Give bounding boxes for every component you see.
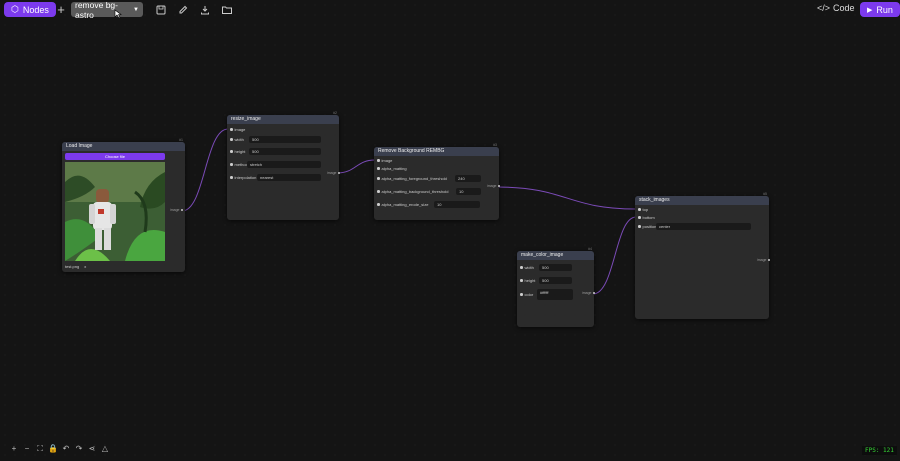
node-header[interactable]: stack_images #5 bbox=[635, 192, 769, 205]
flow-name: remove bg-astro bbox=[75, 0, 118, 20]
redo-icon[interactable]: ↷ bbox=[74, 444, 84, 454]
node-title: stack_images bbox=[639, 197, 670, 203]
output-port[interactable]: image bbox=[327, 171, 340, 175]
layout-icon[interactable]: △ bbox=[100, 444, 110, 454]
node-stack-images[interactable]: stack_images #5 top bottom position cent… bbox=[635, 192, 770, 319]
erode-size-field[interactable]: 10 bbox=[434, 201, 480, 208]
wire-color-to-stack-bottom bbox=[592, 216, 637, 295]
height-field[interactable]: 500 bbox=[539, 277, 572, 284]
height-field[interactable]: 500 bbox=[249, 148, 321, 155]
file-info: test.png x bbox=[65, 263, 86, 270]
color-field[interactable]: #ffffff bbox=[537, 289, 573, 300]
zoom-in-icon[interactable]: + bbox=[9, 444, 19, 454]
open-folder-icon[interactable] bbox=[221, 4, 233, 16]
bg-threshold-label: alpha_matting_background_threshold bbox=[377, 188, 448, 195]
node-title: Remove Background REMBG bbox=[378, 148, 445, 154]
choose-file-button[interactable]: Choose file bbox=[65, 153, 165, 160]
node-make-color-image[interactable]: make_color_image #4 width 500 height 500… bbox=[517, 247, 595, 327]
bg-threshold-field[interactable]: 10 bbox=[456, 188, 481, 195]
node-load-image[interactable]: Load Image #1 Choose file test.png x ima… bbox=[62, 138, 185, 272]
play-icon: ▶ bbox=[867, 6, 873, 14]
edit-pencil-icon[interactable] bbox=[177, 4, 189, 16]
input-top[interactable]: top bbox=[638, 206, 648, 213]
output-label: image bbox=[169, 208, 180, 212]
erode-size-label: alpha_matting_erode_size bbox=[377, 201, 428, 208]
chevron-down-icon: ▼ bbox=[133, 6, 139, 13]
download-icon[interactable] bbox=[199, 4, 211, 16]
input-alpha-matting[interactable]: alpha_matting bbox=[377, 165, 407, 172]
method-select[interactable]: stretch bbox=[247, 161, 321, 168]
node-header[interactable]: Load Image #1 bbox=[62, 138, 185, 151]
width-field[interactable]: 500 bbox=[249, 136, 321, 143]
node-header[interactable]: make_color_image #4 bbox=[517, 247, 594, 260]
input-image[interactable]: image bbox=[230, 126, 245, 133]
node-title: make_color_image bbox=[521, 252, 564, 258]
astronaut-jungle-image bbox=[65, 162, 165, 261]
node-resize-image[interactable]: resize_image #2 image width 500 height 5… bbox=[227, 111, 340, 220]
canvas-toolbar: + − ⛶ 🔒 ↶ ↷ ⋖ △ bbox=[9, 444, 110, 454]
color-label: color bbox=[520, 291, 533, 298]
add-flow-plus-icon[interactable]: + bbox=[55, 3, 67, 16]
position-label: position bbox=[638, 223, 656, 230]
wire-rembg-to-stack-top bbox=[496, 186, 637, 210]
input-bottom[interactable]: bottom bbox=[638, 214, 655, 221]
save-icon[interactable] bbox=[155, 4, 167, 16]
run-button[interactable]: ▶ Run bbox=[860, 2, 900, 17]
code-brackets-icon: </> bbox=[817, 3, 831, 13]
nodes-label: Nodes bbox=[22, 4, 49, 15]
interpolation-select[interactable]: nearest bbox=[257, 174, 321, 181]
zoom-out-icon[interactable]: − bbox=[22, 444, 32, 454]
wire-resize-to-rembg bbox=[336, 159, 376, 174]
input-interpolation-label: interpolation bbox=[230, 174, 256, 181]
output-port[interactable]: image bbox=[487, 184, 500, 188]
lock-icon[interactable]: 🔒 bbox=[48, 444, 58, 454]
node-header[interactable]: resize_image #2 bbox=[227, 111, 339, 124]
node-id: #2 bbox=[333, 111, 337, 115]
output-port[interactable]: image bbox=[170, 208, 183, 212]
input-method-label: method bbox=[230, 161, 248, 168]
output-port[interactable]: image bbox=[757, 258, 770, 262]
width-label: width bbox=[520, 264, 534, 271]
node-header[interactable]: Remove Background REMBG #3 bbox=[374, 143, 499, 156]
node-id: #4 bbox=[588, 247, 592, 251]
node-id: #3 bbox=[493, 143, 497, 147]
height-label: height bbox=[520, 277, 535, 284]
undo-icon[interactable]: ↶ bbox=[61, 444, 71, 454]
code-label: Code bbox=[833, 3, 855, 13]
input-width-label: width bbox=[230, 136, 244, 143]
run-label: Run bbox=[876, 4, 893, 15]
fg-threshold-label: alpha_matting_foreground_threshold bbox=[377, 175, 447, 182]
node-title: resize_image bbox=[231, 116, 261, 122]
node-title: Load Image bbox=[66, 143, 93, 149]
input-image[interactable]: image bbox=[377, 157, 392, 164]
output-port[interactable]: image bbox=[582, 291, 595, 295]
width-field[interactable]: 500 bbox=[539, 264, 572, 271]
image-preview bbox=[65, 162, 165, 261]
mouse-cursor-icon bbox=[114, 9, 122, 19]
input-height-label: height bbox=[230, 148, 245, 155]
share-icon[interactable]: ⋖ bbox=[87, 444, 97, 454]
remove-file-icon[interactable]: x bbox=[84, 264, 86, 269]
node-id: #5 bbox=[763, 192, 767, 196]
nodes-button[interactable]: ⬡ Nodes bbox=[4, 2, 56, 17]
flow-select[interactable]: remove bg-astro ▼ bbox=[71, 0, 143, 20]
fit-view-icon[interactable]: ⛶ bbox=[35, 444, 45, 454]
code-button[interactable]: </> Code bbox=[817, 3, 855, 13]
fps-counter: FPS: 121 bbox=[862, 446, 897, 455]
position-select[interactable]: center bbox=[656, 223, 751, 230]
node-remove-background[interactable]: Remove Background REMBG #3 image alpha_m… bbox=[374, 143, 500, 220]
fg-threshold-field[interactable]: 240 bbox=[455, 175, 481, 182]
nodes-logo-icon: ⬡ bbox=[11, 4, 19, 14]
filename: test.png bbox=[65, 264, 80, 269]
node-id: #1 bbox=[179, 138, 183, 142]
wire-load-to-resize bbox=[181, 128, 229, 212]
